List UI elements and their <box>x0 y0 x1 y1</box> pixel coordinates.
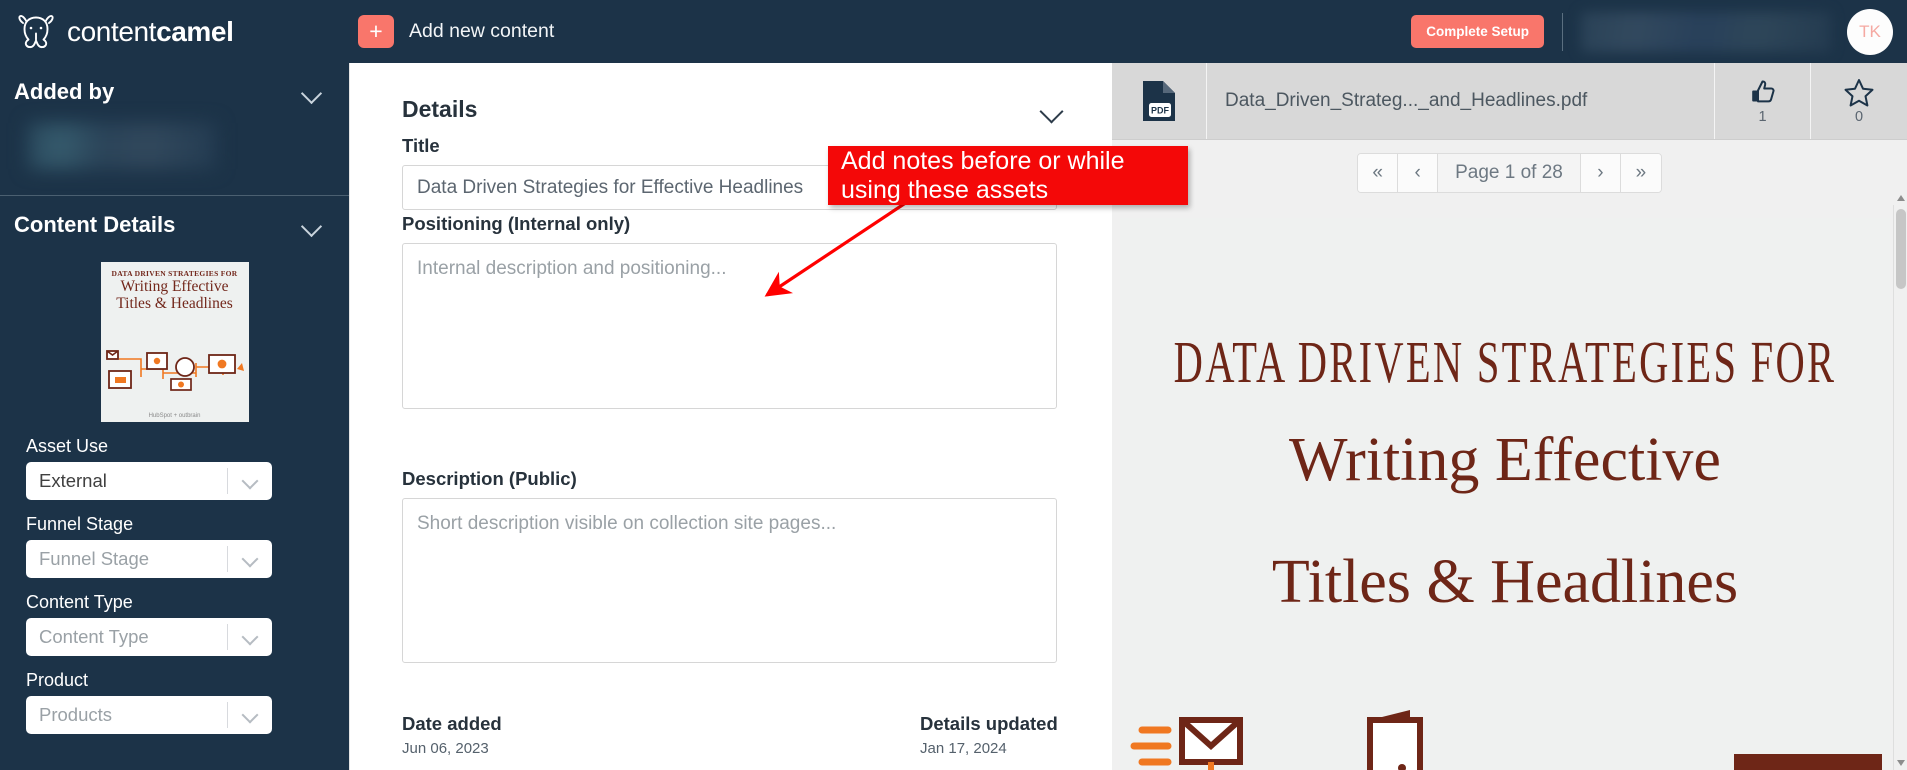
select-separator <box>227 468 228 494</box>
document-line1: DATA DRIVEN STRATEGIES FOR <box>1173 329 1837 396</box>
scroll-down-arrow-icon[interactable] <box>1897 760 1905 766</box>
funnel-stage-select[interactable]: Funnel Stage <box>26 540 272 578</box>
added-by-section-header[interactable]: Added by <box>0 63 349 115</box>
top-navigation-bar: contentcamel + Add new content Complete … <box>0 0 1907 63</box>
asset-use-select[interactable]: External <box>26 462 272 500</box>
positioning-textarea[interactable] <box>402 243 1057 409</box>
document-line3: Titles & Headlines <box>1271 548 1739 616</box>
next-page-button[interactable]: › <box>1580 153 1621 192</box>
brand-text-bold: camel <box>156 15 234 47</box>
top-bar-divider <box>1562 12 1563 51</box>
sidebar-fields-group: Asset Use External Funnel Stage Funnel S… <box>0 436 349 734</box>
complete-setup-button[interactable]: Complete Setup <box>1411 15 1544 48</box>
details-collapse-chevron-down-icon[interactable] <box>1040 103 1066 117</box>
select-separator <box>227 702 228 728</box>
like-button[interactable]: 1 <box>1715 63 1811 139</box>
pagination-bar: « ‹ Page 1 of 28 › » <box>1112 140 1907 205</box>
select-separator <box>227 546 228 572</box>
preview-scrollbar[interactable] <box>1893 195 1907 770</box>
thumbnail-line1: DATA DRIVEN STRATEGIES FOR <box>111 269 238 278</box>
scroll-up-arrow-icon[interactable] <box>1897 195 1905 201</box>
pagination-control: « ‹ Page 1 of 28 › » <box>1357 152 1662 193</box>
pdf-file-icon-cell: PDF <box>1112 63 1207 139</box>
thumbnail-line2: Writing Effective <box>120 278 229 295</box>
previous-page-button[interactable]: ‹ <box>1398 153 1439 192</box>
thumbnail-wrapper[interactable]: DATA DRIVEN STRATEGIES FOR Writing Effec… <box>0 262 349 422</box>
description-label: Description (Public) <box>402 468 577 489</box>
favorite-count: 0 <box>1854 109 1864 125</box>
product-select[interactable]: Products <box>26 696 272 734</box>
thumbnail-illustration-icon <box>105 350 244 391</box>
details-updated-value: Jan 17, 2024 <box>920 740 1007 757</box>
content-type-select[interactable]: Content Type <box>26 618 272 656</box>
positioning-field-group: Positioning (Internal only) <box>402 213 1057 414</box>
select-separator <box>227 624 228 650</box>
svg-text:PDF: PDF <box>1151 106 1170 116</box>
content-details-chevron-down-icon[interactable] <box>301 219 323 231</box>
date-added-group: Date added Jun 06, 2023 <box>402 713 502 757</box>
first-page-button[interactable]: « <box>1358 153 1399 192</box>
product-chevron-down-icon[interactable] <box>243 709 258 718</box>
content-type-label: Content Type <box>26 592 133 612</box>
add-new-content-label[interactable]: Add new content <box>409 20 554 43</box>
document-line2: Writing Effective <box>1289 426 1721 494</box>
left-sidebar: Added by Content Details DATA DRIVEN STR… <box>0 63 349 770</box>
date-added-value: Jun 06, 2023 <box>402 740 489 757</box>
description-textarea[interactable] <box>402 498 1057 663</box>
description-field-group: Description (Public) <box>402 468 1057 668</box>
brand-text-light: content <box>67 15 157 47</box>
added-by-title: Added by <box>14 79 115 104</box>
user-avatar[interactable]: TK <box>1847 8 1893 55</box>
annotation-callout: Add notes before or while using these as… <box>828 146 1188 205</box>
camel-head-logo-icon <box>18 14 54 48</box>
document-viewer[interactable]: DATA DRIVEN STRATEGIES FOR Writing Effec… <box>1112 205 1907 770</box>
pdf-file-icon: PDF <box>1143 81 1175 121</box>
document-illustration-icon <box>1130 710 1882 770</box>
add-new-content-group[interactable]: + Add new content <box>358 15 554 48</box>
content-details-section-header[interactable]: Content Details <box>0 196 349 248</box>
annotation-line2: using these assets <box>841 176 1049 204</box>
last-page-button[interactable]: » <box>1620 153 1661 192</box>
thumbs-up-icon <box>1751 80 1775 103</box>
date-added-label: Date added <box>402 713 502 734</box>
content-thumbnail[interactable]: DATA DRIVEN STRATEGIES FOR Writing Effec… <box>100 262 249 422</box>
brand-logo-area[interactable]: contentcamel <box>0 0 340 63</box>
funnel-stage-value: Funnel Stage <box>39 548 150 569</box>
page-indicator-label: Page 1 of 28 <box>1438 153 1581 192</box>
asset-use-label: Asset Use <box>26 436 109 456</box>
search-input-redacted[interactable] <box>1581 11 1831 52</box>
thumbnail-brand-footer: HubSpot + outbrain <box>148 413 201 419</box>
file-preview-panel: PDF Data_Driven_Strateg..._and_Headlines… <box>1112 63 1907 770</box>
top-bar-right-group: Complete Setup TK <box>1411 0 1907 63</box>
asset-use-value: External <box>39 470 107 491</box>
content-details-title: Content Details <box>14 212 176 237</box>
funnel-stage-label: Funnel Stage <box>26 514 134 534</box>
content-type-chevron-down-icon[interactable] <box>243 631 258 640</box>
details-heading: Details <box>402 96 478 122</box>
thumbnail-line3: Titles & Headlines <box>116 295 233 312</box>
annotation-arrow <box>764 200 908 297</box>
file-name-label: Data_Driven_Strateg..._and_Headlines.pdf <box>1207 63 1715 139</box>
document-page: DATA DRIVEN STRATEGIES FOR Writing Effec… <box>1120 218 1890 770</box>
asset-use-chevron-down-icon[interactable] <box>243 475 258 484</box>
add-new-content-plus-button[interactable]: + <box>358 15 394 48</box>
funnel-stage-chevron-down-icon[interactable] <box>243 553 258 562</box>
annotation-line1: Add notes before or while <box>841 147 1125 175</box>
details-panel-header[interactable]: Details <box>350 63 1112 123</box>
added-by-user-redacted <box>28 123 216 169</box>
star-icon <box>1844 79 1874 107</box>
brand-title: contentcamel <box>67 15 234 48</box>
scrollbar-thumb[interactable] <box>1896 209 1906 289</box>
details-updated-group: Details updated Jan 17, 2024 <box>920 713 1058 757</box>
product-value: Products <box>39 704 113 725</box>
details-updated-label: Details updated <box>920 713 1058 734</box>
added-by-chevron-down-icon[interactable] <box>301 86 323 98</box>
file-info-bar: PDF Data_Driven_Strateg..._and_Headlines… <box>1112 63 1907 140</box>
content-type-value: Content Type <box>39 626 149 647</box>
favorite-button[interactable]: 0 <box>1811 63 1907 139</box>
app-root: contentcamel + Add new content Complete … <box>0 0 1907 770</box>
product-label: Product <box>26 670 89 690</box>
positioning-label: Positioning (Internal only) <box>402 213 631 234</box>
like-count: 1 <box>1758 109 1767 125</box>
